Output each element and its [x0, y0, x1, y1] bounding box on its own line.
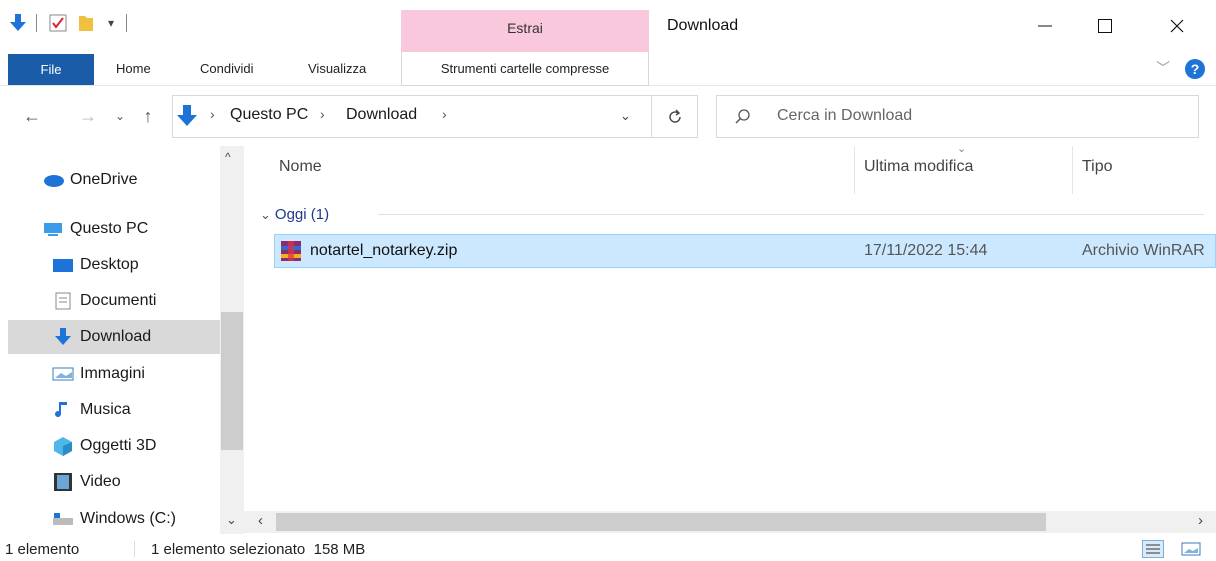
column-header-name[interactable]: Nome — [279, 158, 322, 176]
status-selection: 1 elemento selezionato 158 MB — [151, 541, 366, 558]
details-view-button[interactable] — [1142, 540, 1164, 558]
status-bar: 1 elemento 1 elemento selezionato 158 MB — [0, 538, 1216, 561]
sort-indicator-icon: ⌄ — [957, 143, 967, 155]
context-tab-label[interactable]: Estrai — [401, 20, 649, 36]
scroll-down-icon[interactable]: ⌄ — [226, 512, 237, 528]
image-icon — [52, 364, 74, 384]
column-header-row — [244, 146, 1216, 196]
scroll-up-icon[interactable]: ^ — [225, 150, 231, 164]
search-field[interactable]: Cerca in Download — [716, 95, 1199, 138]
file-tab[interactable]: File — [8, 54, 94, 85]
help-icon[interactable]: ? — [1184, 58, 1206, 80]
up-arrow-icon: ↑ — [143, 105, 153, 126]
up-button[interactable]: ↑ — [136, 102, 160, 130]
refresh-button[interactable] — [652, 95, 698, 138]
close-icon — [1170, 19, 1184, 33]
group-header-today[interactable]: ⌄ Oggi (1) — [260, 206, 329, 223]
new-folder-icon[interactable] — [74, 12, 98, 34]
winrar-archive-icon — [281, 241, 301, 261]
large-icons-view-icon — [1181, 542, 1201, 556]
minimize-button[interactable] — [1022, 6, 1068, 46]
chevron-down-icon: ⌄ — [114, 109, 126, 123]
tab-strumenti-cartelle-compresse[interactable]: Strumenti cartelle compresse — [401, 52, 649, 86]
download-icon — [52, 327, 74, 347]
customize-toolbar-icon[interactable]: ▾ — [102, 12, 120, 34]
refresh-icon — [668, 109, 681, 123]
computer-icon — [42, 219, 64, 239]
forward-button[interactable]: → — [76, 102, 100, 130]
navigation-pane: OneDrive Questo PC Desktop Documenti Dow… — [0, 146, 244, 534]
cube-icon — [52, 436, 74, 456]
download-arrow-icon[interactable] — [6, 12, 30, 34]
chevron-down-icon: ⌄ — [260, 207, 271, 222]
scroll-right-icon[interactable]: › — [1198, 512, 1203, 529]
file-name[interactable]: notartel_notarkey.zip — [310, 242, 457, 260]
cloud-icon — [42, 170, 64, 190]
breadcrumb-questo-pc[interactable]: Questo PC — [230, 106, 308, 124]
column-header-modified[interactable]: Ultima modifica — [864, 158, 973, 176]
svg-text:?: ? — [1191, 61, 1200, 77]
breadcrumb-download[interactable]: Download — [346, 106, 417, 124]
back-arrow-icon: ← — [23, 105, 41, 126]
status-item-count: 1 elemento — [5, 541, 80, 558]
group-divider — [378, 214, 1204, 215]
window-title: Download — [667, 17, 739, 34]
column-header-type[interactable]: Tipo — [1082, 158, 1113, 176]
nav-scrollbar-thumb[interactable] — [221, 312, 243, 450]
search-placeholder: Cerca in Download — [777, 107, 913, 124]
document-icon — [52, 291, 74, 311]
file-type: Archivio WinRAR — [1082, 242, 1205, 259]
tab-visualizza[interactable]: Visualizza — [308, 61, 366, 76]
breadcrumb-separator[interactable]: › — [442, 106, 447, 122]
breadcrumb-separator[interactable]: › — [320, 106, 325, 122]
breadcrumb-separator[interactable]: › — [210, 106, 215, 122]
drive-icon — [52, 509, 74, 529]
details-view-icon — [1146, 544, 1160, 554]
scroll-left-icon[interactable]: ‹ — [258, 512, 263, 529]
back-button[interactable]: ← — [20, 102, 44, 130]
nav-item-download[interactable]: Download — [8, 320, 220, 354]
forward-arrow-icon: → — [79, 105, 97, 126]
search-icon — [735, 109, 750, 124]
properties-check-icon[interactable] — [46, 12, 70, 34]
expand-ribbon-icon[interactable]: ﹀ — [1156, 58, 1170, 78]
desktop-icon — [52, 255, 74, 275]
download-location-icon — [177, 105, 197, 126]
maximize-button[interactable] — [1082, 6, 1128, 46]
maximize-icon — [1098, 19, 1112, 33]
tab-home[interactable]: Home — [116, 61, 151, 76]
ribbon-controls: ﹀ ? — [1152, 56, 1212, 82]
close-button[interactable] — [1154, 6, 1200, 46]
minimize-icon — [1038, 25, 1052, 27]
file-modified: 17/11/2022 15:44 — [864, 242, 988, 259]
horizontal-scrollbar-thumb[interactable] — [276, 513, 1046, 531]
video-icon — [52, 472, 74, 492]
address-history-chevron-icon[interactable]: ⌄ — [620, 108, 631, 124]
recent-locations-button[interactable]: ⌄ — [108, 102, 132, 130]
music-icon — [52, 400, 74, 420]
tab-condividi[interactable]: Condividi — [200, 61, 253, 76]
large-icons-view-button[interactable] — [1180, 540, 1202, 558]
